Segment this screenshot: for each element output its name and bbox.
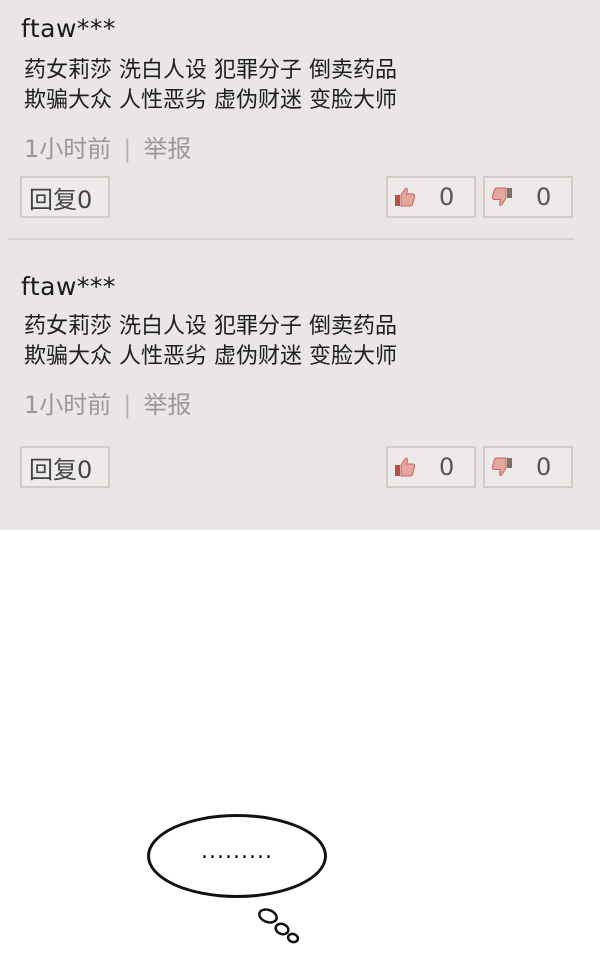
like-count: 0 bbox=[439, 453, 455, 481]
dislike-button[interactable]: 0 bbox=[483, 176, 573, 218]
comment-time: 1小时前 bbox=[24, 135, 112, 163]
thumbs-up-icon bbox=[393, 185, 417, 209]
dislike-count: 0 bbox=[536, 183, 552, 211]
bubble-text: ......... bbox=[201, 838, 273, 864]
like-button[interactable]: 0 bbox=[386, 446, 476, 488]
comment-time: 1小时前 bbox=[24, 391, 112, 419]
comment-text-line: 欺骗大众 人性恶劣 虚伪财迷 变脸大师 bbox=[24, 344, 397, 369]
thought-bubble: ......... bbox=[147, 814, 327, 898]
comment-meta: 1小时前 | 举报 bbox=[24, 134, 191, 164]
comment-item: ftaw*** 药女莉莎 洗白人设 犯罪分子 倒卖药品 欺骗大众 人性恶劣 虚伪… bbox=[0, 240, 600, 530]
thumbs-down-icon bbox=[490, 455, 514, 479]
comment-text-line: 欺骗大众 人性恶劣 虚伪财迷 变脸大师 bbox=[24, 88, 397, 113]
like-count: 0 bbox=[439, 183, 455, 211]
thumbs-down-icon bbox=[490, 185, 514, 209]
comment-text-line: 药女莉莎 洗白人设 犯罪分子 倒卖药品 bbox=[24, 58, 397, 83]
comment-meta: 1小时前 | 举报 bbox=[24, 390, 191, 420]
reply-button[interactable]: 回复0 bbox=[20, 176, 110, 218]
thought-bubble-tail bbox=[258, 908, 300, 944]
comment-username[interactable]: ftaw*** bbox=[21, 272, 116, 302]
meta-separator: | bbox=[123, 135, 132, 163]
comment-item: ftaw*** 药女莉莎 洗白人设 犯罪分子 倒卖药品 欺骗大众 人性恶劣 虚伪… bbox=[0, 0, 600, 238]
report-link[interactable]: 举报 bbox=[143, 391, 191, 419]
meta-separator: | bbox=[123, 391, 132, 419]
comment-text: 药女莉莎 洗白人设 犯罪分子 倒卖药品 欺骗大众 人性恶劣 虚伪财迷 变脸大师 bbox=[24, 312, 584, 372]
reply-button[interactable]: 回复0 bbox=[20, 446, 110, 488]
dislike-button[interactable]: 0 bbox=[483, 446, 573, 488]
comment-username[interactable]: ftaw*** bbox=[21, 14, 116, 44]
report-link[interactable]: 举报 bbox=[143, 135, 191, 163]
comment-text: 药女莉莎 洗白人设 犯罪分子 倒卖药品 欺骗大众 人性恶劣 虚伪财迷 变脸大师 bbox=[24, 56, 584, 116]
comment-text-line: 药女莉莎 洗白人设 犯罪分子 倒卖药品 bbox=[24, 314, 397, 339]
like-button[interactable]: 0 bbox=[386, 176, 476, 218]
comments-panel: ftaw*** 药女莉莎 洗白人设 犯罪分子 倒卖药品 欺骗大众 人性恶劣 虚伪… bbox=[0, 0, 600, 530]
dislike-count: 0 bbox=[536, 453, 552, 481]
thumbs-up-icon bbox=[393, 455, 417, 479]
